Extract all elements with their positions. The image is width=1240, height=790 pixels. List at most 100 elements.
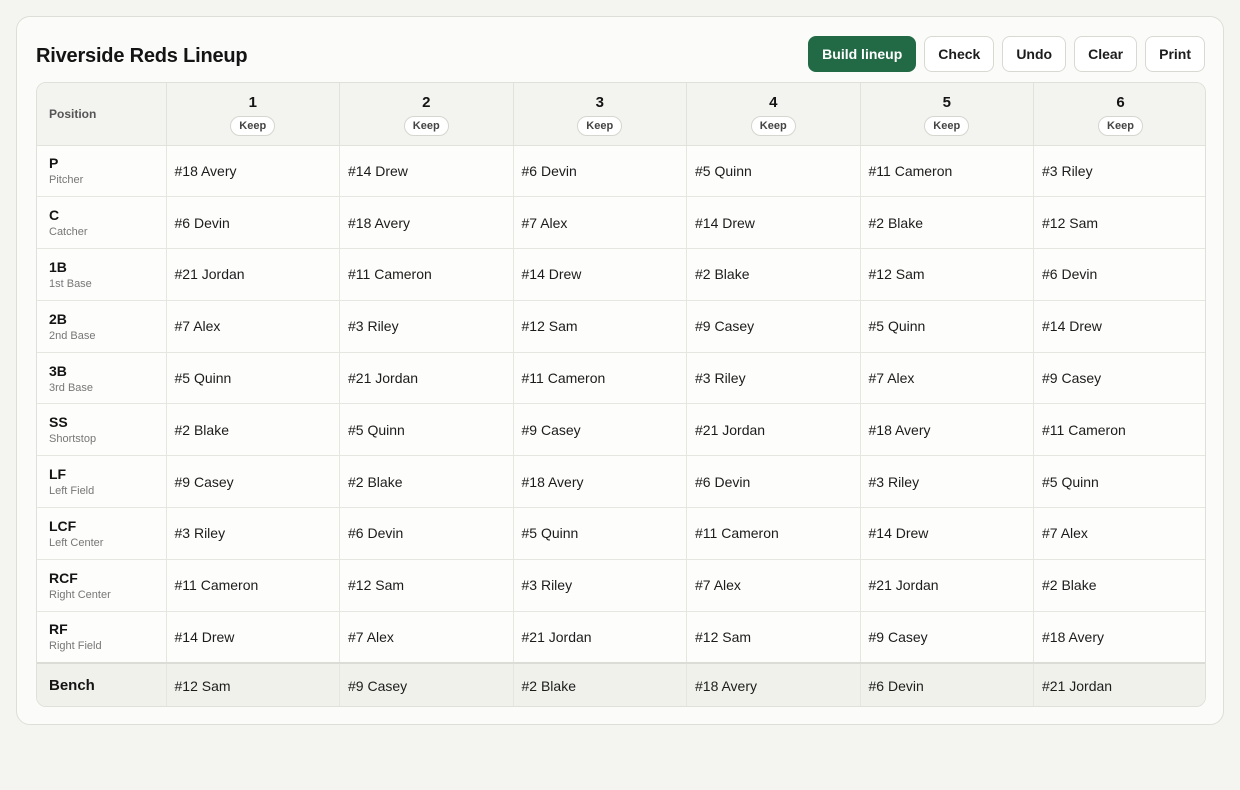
inning-number: 5 xyxy=(942,93,951,111)
player-cell[interactable]: #12 Sam xyxy=(1033,196,1205,250)
player-cell[interactable]: #9 Casey xyxy=(513,403,687,457)
player-cell[interactable]: #7 Alex xyxy=(166,300,340,353)
position-row: 1B 1st Base #21 Jordan #11 Cameron #14 Drew #… xyxy=(37,248,1205,301)
inning-number: 2 xyxy=(422,93,431,111)
player-cell[interactable]: #18 Avery xyxy=(860,403,1034,457)
keep-inning-button[interactable]: Keep xyxy=(230,115,276,136)
player-cell[interactable]: #2 Blake xyxy=(860,196,1034,250)
position-name: Left Field xyxy=(49,485,95,498)
position-code: 1B xyxy=(49,258,67,275)
clear-button[interactable]: Clear xyxy=(1074,36,1138,72)
player-cell[interactable]: #11 Cameron xyxy=(1033,403,1205,457)
player-cell[interactable]: #14 Drew xyxy=(339,145,514,198)
player-cell[interactable]: #6 Devin xyxy=(513,145,687,198)
inning-number: 1 xyxy=(248,93,257,111)
keep-inning-button[interactable]: Keep xyxy=(577,115,623,136)
position-name: 2nd Base xyxy=(49,329,96,342)
player-cell[interactable]: #6 Devin xyxy=(1033,248,1205,301)
position-row: 3B 3rd Base #5 Quinn #21 Jordan #11 Cameron #… xyxy=(37,352,1205,405)
player-cell[interactable]: #5 Quinn xyxy=(686,145,861,198)
player-cell[interactable]: #11 Cameron xyxy=(166,559,340,612)
player-cell[interactable]: #3 Riley xyxy=(513,559,687,612)
player-cell[interactable]: #11 Cameron xyxy=(860,145,1034,198)
position-code: RF xyxy=(49,621,68,638)
player-cell[interactable]: #21 Jordan xyxy=(860,559,1034,612)
player-cell[interactable]: #21 Jordan xyxy=(513,611,687,664)
inning-column-header: 3 Keep xyxy=(513,83,687,146)
player-cell[interactable]: #2 Blake xyxy=(686,248,861,301)
lineup-card: Riverside Reds Lineup Build lineup Check… xyxy=(16,16,1224,725)
player-cell[interactable]: #12 Sam xyxy=(686,611,861,664)
player-cell[interactable]: #12 Sam xyxy=(339,559,514,612)
player-cell[interactable]: #5 Quinn xyxy=(339,403,514,457)
keep-inning-button[interactable]: Keep xyxy=(403,115,449,136)
player-cell[interactable]: #11 Cameron xyxy=(339,248,514,301)
position-row: RCF Right Center #11 Cameron #12 Sam #3 Rile… xyxy=(37,559,1205,612)
bench-player-cell[interactable]: #21 Jordan xyxy=(1033,661,1205,706)
player-cell[interactable]: #3 Riley xyxy=(686,352,861,405)
bench-player-cell[interactable]: #18 Avery xyxy=(686,661,861,706)
player-cell[interactable]: #21 Jordan xyxy=(339,352,514,405)
player-cell[interactable]: #12 Sam xyxy=(860,248,1034,301)
position-name: Right Center xyxy=(49,588,111,601)
position-row: LF Left Field #9 Casey #2 Blake #18 Avery #6 … xyxy=(37,455,1205,509)
player-cell[interactable]: #9 Casey xyxy=(860,611,1034,664)
player-cell[interactable]: #21 Jordan xyxy=(166,248,340,301)
player-cell[interactable]: #2 Blake xyxy=(339,455,514,509)
player-cell[interactable]: #5 Quinn xyxy=(860,300,1034,353)
undo-button[interactable]: Undo xyxy=(1002,36,1067,72)
player-cell[interactable]: #5 Quinn xyxy=(166,352,340,405)
player-cell[interactable]: #7 Alex xyxy=(1033,507,1205,560)
inning-number: 6 xyxy=(1116,93,1125,111)
position-row: LCF Left Center #3 Riley #6 Devin #5 Quinn #1… xyxy=(37,507,1205,560)
player-cell[interactable]: #3 Riley xyxy=(339,300,514,353)
player-cell[interactable]: #9 Casey xyxy=(1033,352,1205,405)
player-cell[interactable]: #7 Alex xyxy=(686,559,861,612)
build-lineup-button[interactable]: Build lineup xyxy=(808,36,917,72)
player-cell[interactable]: #14 Drew xyxy=(513,248,687,301)
player-cell[interactable]: #7 Alex xyxy=(339,611,514,664)
player-cell[interactable]: #6 Devin xyxy=(166,196,340,250)
bench-player-cell[interactable]: #12 Sam xyxy=(166,661,340,706)
player-cell[interactable]: #14 Drew xyxy=(686,196,861,250)
player-cell[interactable]: #14 Drew xyxy=(860,507,1034,560)
player-cell[interactable]: #12 Sam xyxy=(513,300,687,353)
keep-inning-button[interactable]: Keep xyxy=(750,115,796,136)
player-cell[interactable]: #9 Casey xyxy=(686,300,861,353)
inning-number: 3 xyxy=(595,93,604,111)
bench-player-cell[interactable]: #9 Casey xyxy=(339,661,514,706)
player-cell[interactable]: #18 Avery xyxy=(339,196,514,250)
player-cell[interactable]: #7 Alex xyxy=(513,196,687,250)
player-cell[interactable]: #18 Avery xyxy=(1033,611,1205,664)
player-cell[interactable]: #14 Drew xyxy=(1033,300,1205,353)
player-cell[interactable]: #5 Quinn xyxy=(1033,455,1205,509)
position-cell: RCF Right Center xyxy=(37,559,167,612)
player-cell[interactable]: #14 Drew xyxy=(166,611,340,664)
position-code: LF xyxy=(49,466,67,483)
player-cell[interactable]: #5 Quinn xyxy=(513,507,687,560)
player-cell[interactable]: #3 Riley xyxy=(1033,145,1205,198)
position-code: SS xyxy=(49,414,68,431)
player-cell[interactable]: #3 Riley xyxy=(166,507,340,560)
player-cell[interactable]: #6 Devin xyxy=(339,507,514,560)
player-cell[interactable]: #6 Devin xyxy=(686,455,861,509)
table-header-row: Position 1 Keep 2 Keep 3 Keep 4 Keep 5 Keep 6 Keep xyxy=(37,83,1205,146)
player-cell[interactable]: #18 Avery xyxy=(513,455,687,509)
print-button[interactable]: Print xyxy=(1145,36,1205,72)
keep-inning-button[interactable]: Keep xyxy=(1098,115,1143,136)
player-cell[interactable]: #11 Cameron xyxy=(686,507,861,560)
bench-player-cell[interactable]: #2 Blake xyxy=(513,661,687,706)
inning-column-header: 5 Keep xyxy=(860,83,1034,146)
player-cell[interactable]: #7 Alex xyxy=(860,352,1034,405)
player-cell[interactable]: #11 Cameron xyxy=(513,352,687,405)
position-row: 2B 2nd Base #7 Alex #3 Riley #12 Sam #9 Casey… xyxy=(37,300,1205,353)
keep-inning-button[interactable]: Keep xyxy=(924,115,970,136)
player-cell[interactable]: #18 Avery xyxy=(166,145,340,198)
player-cell[interactable]: #3 Riley xyxy=(860,455,1034,509)
player-cell[interactable]: #2 Blake xyxy=(166,403,340,457)
player-cell[interactable]: #21 Jordan xyxy=(686,403,861,457)
player-cell[interactable]: #2 Blake xyxy=(1033,559,1205,612)
bench-player-cell[interactable]: #6 Devin xyxy=(860,661,1034,706)
player-cell[interactable]: #9 Casey xyxy=(166,455,340,509)
check-button[interactable]: Check xyxy=(924,36,995,72)
